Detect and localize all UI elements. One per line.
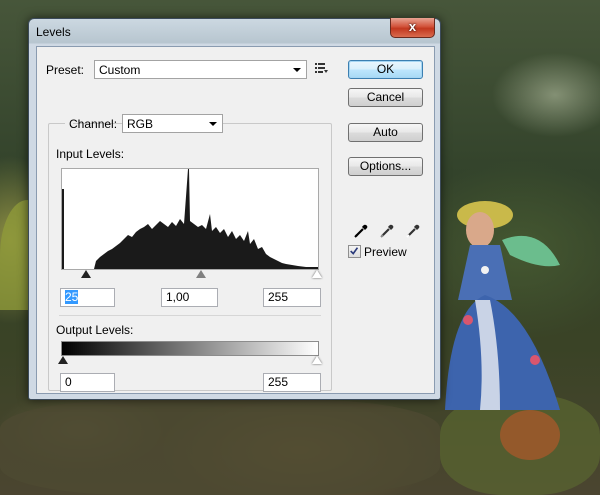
checkmark-icon	[350, 247, 359, 255]
output-levels-slider[interactable]	[58, 356, 322, 366]
output-white-field[interactable]: 255	[263, 373, 321, 392]
dialog-title: Levels	[36, 25, 71, 39]
woman-in-blue-gown	[445, 201, 560, 410]
input-white-point-handle[interactable]	[312, 270, 322, 278]
dialog-client-area: Preset: Custom OK Cancel Auto Options...	[36, 46, 435, 394]
mushroom	[500, 410, 560, 460]
histogram	[61, 168, 319, 270]
levels-dialog: Levels x Preset: Custom OK Cancel Auto O…	[28, 18, 441, 400]
preset-label: Preset:	[46, 63, 85, 77]
histogram-shape	[62, 169, 318, 269]
white-point-eyedropper-icon[interactable]	[405, 223, 421, 239]
close-icon: x	[408, 19, 417, 34]
cancel-button[interactable]: Cancel	[348, 88, 423, 107]
channel-row: Channel: RGB	[65, 114, 223, 134]
output-black-point-handle[interactable]	[58, 356, 68, 364]
channel-dropdown[interactable]: RGB	[122, 114, 223, 133]
input-levels-slider[interactable]	[61, 270, 322, 280]
output-levels-label: Output Levels:	[56, 323, 134, 337]
input-gamma-field[interactable]: 1,00	[161, 288, 218, 307]
black-point-eyedropper-icon[interactable]	[353, 223, 369, 239]
forest-floor	[0, 400, 440, 495]
options-button[interactable]: Options...	[348, 157, 423, 176]
input-levels-label: Input Levels:	[56, 147, 125, 161]
preset-options-menu-icon[interactable]	[315, 62, 329, 74]
auto-button[interactable]: Auto	[348, 123, 423, 142]
close-button[interactable]: x	[390, 18, 435, 38]
title-bar[interactable]: Levels x	[29, 18, 440, 45]
channel-value: RGB	[127, 117, 154, 131]
preset-dropdown[interactable]: Custom	[94, 60, 307, 79]
input-white-field[interactable]: 255	[263, 288, 321, 307]
input-black-point-handle[interactable]	[81, 270, 91, 278]
preset-value: Custom	[99, 63, 141, 77]
output-gradient-bar	[61, 341, 319, 356]
preview-label: Preview	[364, 245, 407, 259]
input-gamma-handle[interactable]	[196, 270, 206, 278]
output-black-field[interactable]: 0	[60, 373, 115, 392]
ok-button[interactable]: OK	[348, 60, 423, 79]
preview-checkbox[interactable]	[348, 245, 361, 258]
chevron-down-icon	[293, 68, 301, 72]
output-white-point-handle[interactable]	[312, 356, 322, 364]
chevron-down-icon	[209, 122, 217, 126]
channel-label: Channel:	[69, 117, 118, 131]
input-black-field[interactable]: 25	[60, 288, 115, 307]
gray-point-eyedropper-icon[interactable]	[379, 223, 395, 239]
divider	[59, 315, 321, 316]
